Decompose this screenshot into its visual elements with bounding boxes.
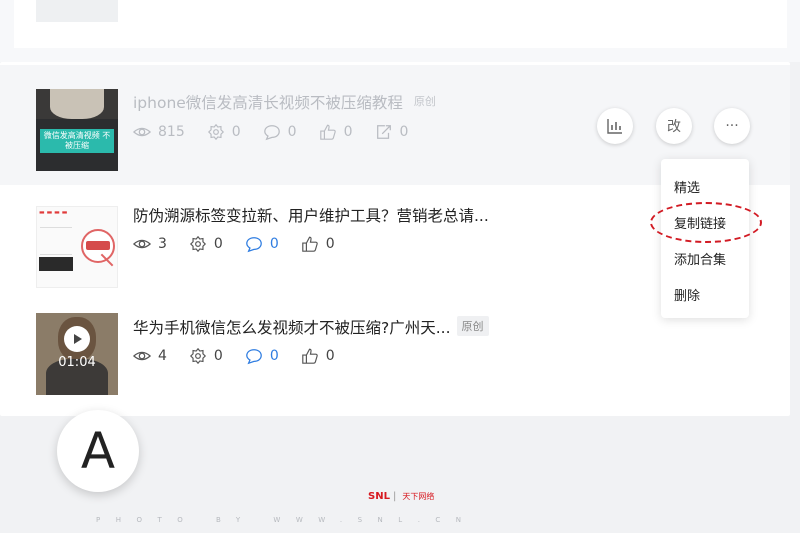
settings-stat: 0 xyxy=(189,347,223,365)
play-icon[interactable] xyxy=(64,326,90,352)
thumb-caption: 微信发高清视频 不被压缩 xyxy=(43,131,111,150)
likes-count: 0 xyxy=(343,124,353,140)
copy-link-highlight xyxy=(650,202,762,243)
share-icon xyxy=(376,125,391,139)
post-stats: 4 0 0 0 xyxy=(133,347,357,365)
more-button[interactable]: ··· xyxy=(714,108,750,144)
edit-button[interactable]: 改 xyxy=(656,108,692,144)
gear-icon xyxy=(189,235,206,253)
post-title[interactable]: iphone微信发高清长视频不被压缩教程 原创 xyxy=(133,91,441,113)
likes-stat: 0 xyxy=(319,123,353,141)
eye-icon xyxy=(133,351,151,361)
brand-name: SNL xyxy=(368,491,390,502)
bar-chart-icon xyxy=(607,119,622,134)
original-badge: 原创 xyxy=(413,95,436,108)
eye-icon xyxy=(133,127,151,137)
comments-stat: 0 xyxy=(263,123,297,141)
eye-icon xyxy=(133,239,151,249)
comments-stat: 0 xyxy=(245,235,279,253)
likes-count: 0 xyxy=(325,348,335,364)
likes-count: 0 xyxy=(325,236,335,252)
post-title[interactable]: 防伪溯源标签变拉新、用户维护工具？营销老总请... xyxy=(133,204,489,226)
shares-stat: 0 xyxy=(375,123,409,141)
comments-stat: 0 xyxy=(245,347,279,365)
views-count: 3 xyxy=(158,236,167,252)
post-stats: 3 0 0 0 xyxy=(133,235,357,253)
previous-post-card xyxy=(14,0,787,48)
views-stat: 3 xyxy=(133,235,167,253)
brand-name-cn: 天下网络 xyxy=(402,492,435,501)
post-title-text[interactable]: 华为手机微信怎么发视频才不被压缩?广州天... xyxy=(133,319,451,337)
post-thumbnail[interactable]: ▬ ▬ ▬ ▬ xyxy=(36,206,118,288)
annotation-letter: A xyxy=(57,410,139,492)
views-count: 4 xyxy=(158,348,167,364)
post-thumbnail[interactable]: 微信发高清视频 不被压缩 xyxy=(36,89,118,171)
comment-icon xyxy=(246,237,262,253)
previous-post-thumbnail xyxy=(36,0,118,22)
analytics-button[interactable] xyxy=(597,108,633,144)
settings-stat: 0 xyxy=(189,235,223,253)
original-badge: 原创 xyxy=(456,316,489,336)
post-title[interactable]: 华为手机微信怎么发视频才不被压缩?广州天... 原创 xyxy=(133,316,489,338)
post-title-text[interactable]: iphone微信发高清长视频不被压缩教程 xyxy=(133,94,403,112)
likes-stat: 0 xyxy=(301,235,335,253)
thumbs-up-icon xyxy=(319,124,336,140)
comment-icon xyxy=(246,349,262,365)
comments-count: 0 xyxy=(269,236,279,252)
settings-stat: 0 xyxy=(207,123,241,141)
post-stats: 815 0 0 0 0 xyxy=(133,123,430,141)
gear-icon xyxy=(207,123,224,141)
settings-count: 0 xyxy=(231,124,241,140)
settings-count: 0 xyxy=(213,348,223,364)
views-count: 815 xyxy=(158,124,185,140)
menu-item-add-collection[interactable]: 添加合集 xyxy=(674,249,726,268)
views-stat: 4 xyxy=(133,347,167,365)
views-stat: 815 xyxy=(133,123,185,141)
comment-icon xyxy=(263,125,280,141)
gear-icon xyxy=(189,347,206,365)
thumbs-up-icon xyxy=(301,236,318,252)
watermark-brand: SNL | 天下网络 xyxy=(368,491,435,502)
watermark-credit: PHOTO BY WWW.SNL.CN xyxy=(96,516,477,524)
likes-stat: 0 xyxy=(301,347,335,365)
shares-count: 0 xyxy=(399,124,409,140)
video-duration: 01:04 xyxy=(58,355,96,370)
menu-item-delete[interactable]: 删除 xyxy=(674,285,700,304)
post-thumbnail[interactable]: 01:04 xyxy=(36,313,118,395)
menu-item-feature[interactable]: 精选 xyxy=(674,177,700,196)
comments-count: 0 xyxy=(287,124,297,140)
thumbs-up-icon xyxy=(301,348,318,364)
settings-count: 0 xyxy=(213,236,223,252)
comments-count: 0 xyxy=(269,348,279,364)
